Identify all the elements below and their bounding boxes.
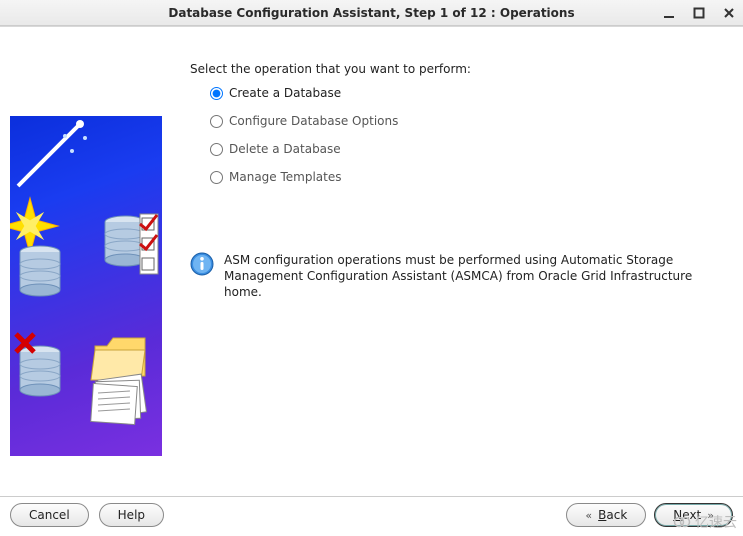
operation-options: Create a Database Configure Database Opt…	[210, 86, 398, 184]
minimize-button[interactable]	[659, 3, 679, 23]
help-button[interactable]: Help	[99, 503, 164, 527]
info-message: ASM configuration operations must be per…	[190, 252, 725, 301]
prompt-text: Select the operation that you want to pe…	[190, 62, 471, 76]
option-manage-templates[interactable]: Manage Templates	[210, 170, 398, 184]
next-button[interactable]: Next »	[654, 503, 733, 527]
back-label-rest: ack	[606, 508, 627, 522]
radio-create-database[interactable]	[210, 87, 223, 100]
option-label: Manage Templates	[229, 170, 342, 184]
wizard-content: Select the operation that you want to pe…	[0, 26, 743, 496]
radio-configure-database[interactable]	[210, 115, 223, 128]
close-button[interactable]	[719, 3, 739, 23]
maximize-button[interactable]	[689, 3, 709, 23]
titlebar: Database Configuration Assistant, Step 1…	[0, 0, 743, 26]
window-controls	[659, 0, 739, 26]
next-label-rest: ext	[682, 508, 701, 522]
back-button[interactable]: « Back	[566, 503, 646, 527]
radio-delete-database[interactable]	[210, 143, 223, 156]
option-label: Create a Database	[229, 86, 341, 100]
option-create-database[interactable]: Create a Database	[210, 86, 398, 100]
wizard-footer: Cancel Help « Back Next » 亿速云	[0, 496, 743, 536]
window-title: Database Configuration Assistant, Step 1…	[0, 6, 743, 20]
chevron-left-icon: «	[585, 509, 592, 522]
info-text: ASM configuration operations must be per…	[224, 252, 725, 301]
cancel-button[interactable]: Cancel	[10, 503, 89, 527]
chevron-right-icon: »	[707, 509, 714, 522]
option-configure-database[interactable]: Configure Database Options	[210, 114, 398, 128]
radio-manage-templates[interactable]	[210, 171, 223, 184]
wizard-graphic	[10, 116, 162, 456]
option-delete-database[interactable]: Delete a Database	[210, 142, 398, 156]
option-label: Configure Database Options	[229, 114, 398, 128]
info-icon	[190, 252, 214, 276]
option-label: Delete a Database	[229, 142, 341, 156]
